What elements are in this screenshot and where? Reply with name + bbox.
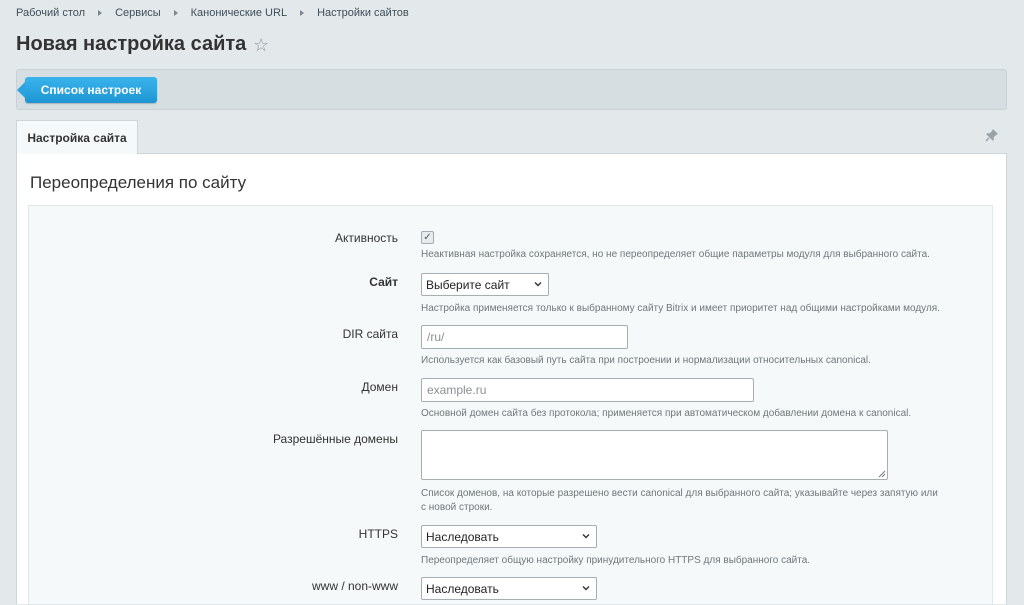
tab-site-settings[interactable]: Настройка сайта [16, 120, 138, 155]
domain-input[interactable]: example.ru [421, 378, 754, 402]
https-label: HTTPS [358, 527, 398, 541]
dir-input[interactable]: /ru/ [421, 325, 628, 349]
chevron-right-icon [98, 10, 103, 16]
settings-panel: Переопределения по сайту Активность ✓ Не… [16, 154, 1007, 605]
www-select[interactable]: Наследовать [421, 577, 597, 600]
site-select-value: Выберите сайт [426, 277, 510, 292]
page-title: Новая настройка сайта [16, 33, 247, 55]
tabs-strip: Настройка сайта [16, 120, 1007, 155]
dir-placeholder: /ru/ [427, 330, 445, 344]
breadcrumb-item-canonical-url[interactable]: Канонические URL [191, 7, 287, 19]
https-hint: Переопределяет общую настройку принудите… [421, 555, 811, 566]
site-label: Сайт [369, 275, 398, 289]
active-checkbox[interactable]: ✓ [421, 231, 434, 244]
pin-icon[interactable] [985, 128, 999, 142]
settings-list-button[interactable]: Список настроек [17, 77, 157, 103]
site-hint: Настройка применяется только к выбранном… [421, 303, 940, 314]
www-label: www / non-www [311, 579, 398, 593]
allowed-domains-hint-2: с новой строки. [421, 502, 493, 513]
breadcrumb-item-site-settings[interactable]: Настройки сайтов [317, 7, 409, 19]
form-area: Активность ✓ Неактивная настройка сохран… [28, 205, 993, 605]
allowed-domains-label: Разрешённые домены [272, 432, 398, 446]
toolbar: Список настроек [16, 69, 1007, 110]
www-select-value: Наследовать [426, 581, 499, 596]
site-select[interactable]: Выберите сайт [421, 273, 549, 296]
breadcrumb-item-desktop[interactable]: Рабочий стол [16, 7, 85, 19]
allowed-domains-hint-1: Список доменов, на которые разрешено вес… [421, 488, 938, 499]
https-select-value: Наследовать [426, 529, 499, 544]
active-hint: Неактивная настройка сохраняется, но не … [421, 249, 930, 260]
chevron-down-icon [582, 586, 590, 591]
breadcrumb: Рабочий стол Сервисы Канонические URL На… [16, 7, 409, 19]
resize-grip-icon[interactable] [876, 468, 886, 478]
dir-hint: Используется как базовый путь сайта при … [421, 355, 871, 366]
chevron-right-icon [300, 10, 305, 16]
chevron-down-icon [582, 534, 590, 539]
chevron-down-icon [534, 282, 542, 287]
allowed-domains-textarea[interactable] [421, 430, 888, 480]
breadcrumb-item-services[interactable]: Сервисы [115, 7, 161, 19]
domain-placeholder: example.ru [427, 383, 487, 397]
domain-hint: Основной домен сайта без протокола; прим… [421, 408, 912, 419]
dir-label: DIR сайта [342, 327, 398, 341]
domain-label: Домен [361, 380, 399, 394]
chevron-right-icon [173, 10, 178, 16]
section-title: Переопределения по сайту [30, 173, 247, 192]
https-select[interactable]: Наследовать [421, 525, 597, 548]
star-icon[interactable]: ☆ [253, 36, 269, 54]
active-label: Активность [334, 231, 398, 245]
